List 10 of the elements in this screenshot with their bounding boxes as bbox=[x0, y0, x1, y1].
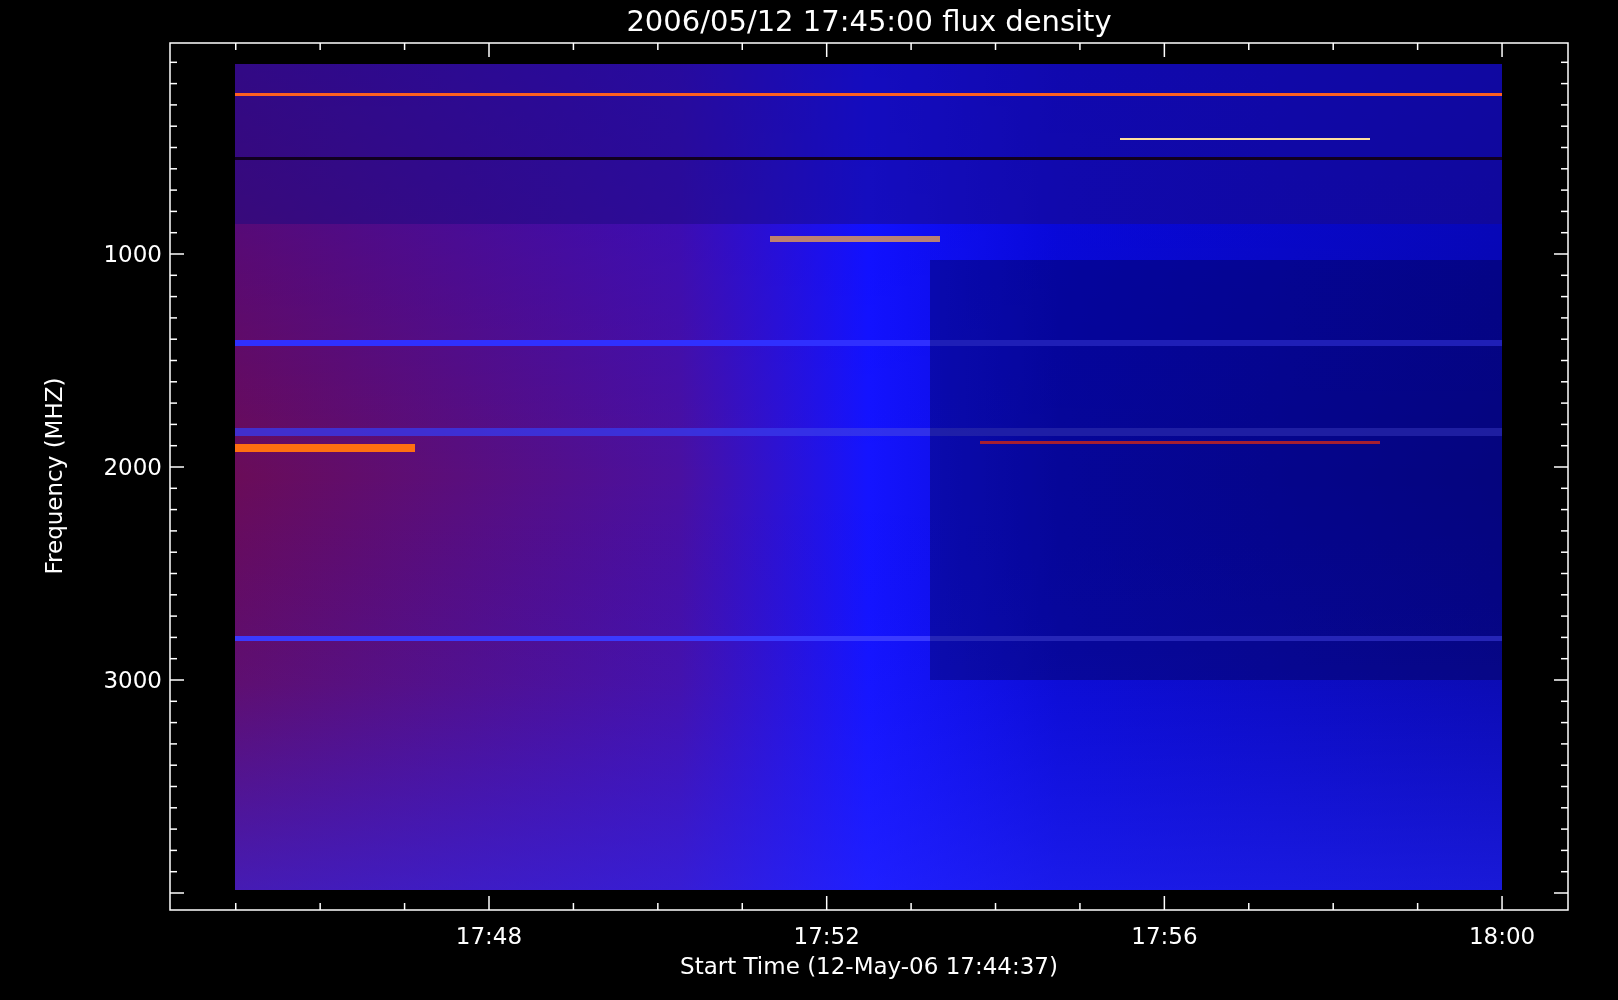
tick-label: 18:00 bbox=[1468, 923, 1536, 949]
plot-title: 2006/05/12 17:45:00 flux density bbox=[626, 4, 1112, 38]
tick-label: 17:48 bbox=[455, 923, 523, 949]
axis-label: Frequency (MHZ) bbox=[41, 377, 67, 575]
tick-label: 3000 bbox=[103, 667, 162, 693]
tick-label: 17:56 bbox=[1131, 923, 1198, 949]
tick-label: 2000 bbox=[103, 454, 162, 480]
axis-label: Start Time (12-May-06 17:44:37) bbox=[680, 953, 1058, 979]
tick-label: 17:52 bbox=[793, 923, 860, 949]
tick-label: 1000 bbox=[103, 241, 162, 267]
